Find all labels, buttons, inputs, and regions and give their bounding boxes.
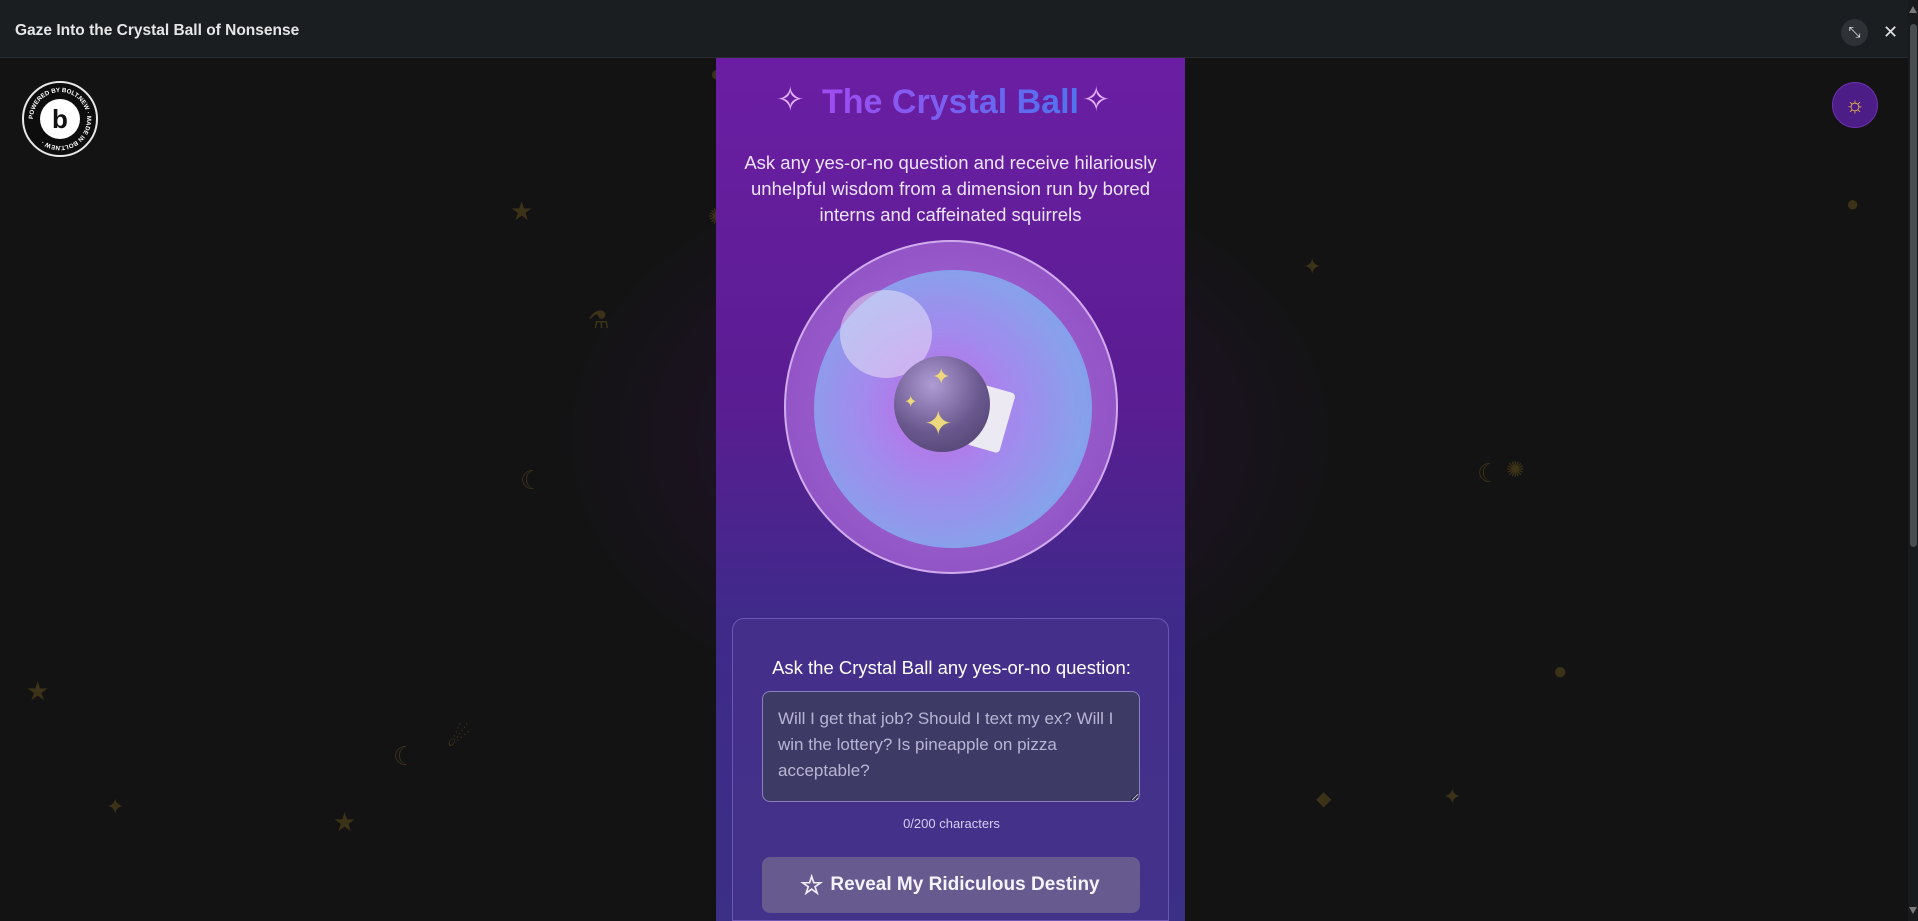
crystal-ball: ✦ ✦ ✦	[784, 240, 1118, 574]
star-outline-icon: ☆	[800, 870, 824, 900]
moon-decoration-icon: ☾	[1477, 458, 1501, 488]
reveal-destiny-button[interactable]: ☆ Reveal My Ridiculous Destiny	[762, 857, 1140, 913]
sparkle-icon: ✦	[924, 405, 953, 443]
sparkle-decoration-icon: ✦	[1303, 254, 1322, 279]
reveal-destiny-label: Reveal My Ridiculous Destiny	[830, 874, 1100, 895]
moon-decoration-icon: ☾	[520, 465, 544, 495]
collapse-arrows-icon: ⤡	[1848, 24, 1861, 41]
sparkles-icon: ✧	[1082, 81, 1111, 119]
balloon-decoration-icon: ●	[1553, 658, 1568, 685]
bolt-badge[interactable]: POWERED BY BOLT.NEW · MADE IN BOLT.NEW ·…	[22, 81, 98, 157]
sparkle-icon: ✦	[904, 394, 918, 411]
comet-decoration-icon: ☄	[447, 722, 471, 752]
theme-toggle-button[interactable]: ☼	[1832, 82, 1878, 128]
star-decoration-icon: ★	[26, 676, 50, 706]
page-subtitle: Ask any yes-or-no question and receive h…	[744, 152, 1157, 225]
sparkle-decoration-icon: ✦	[1443, 784, 1462, 809]
close-icon: ✕	[1882, 22, 1899, 42]
crystal-ball-inner: ✦ ✦ ✦	[814, 270, 1092, 548]
scroll-up-icon[interactable]	[1909, 6, 1917, 13]
star-decoration-icon: ★	[510, 196, 534, 226]
title-bar: Gaze Into the Crystal Ball of Nonsense ⤡…	[0, 0, 1918, 58]
sun-icon: ☼	[1844, 92, 1866, 117]
scrollbar-thumb[interactable]	[1910, 24, 1917, 547]
collapse-button[interactable]: ⤡	[1841, 19, 1868, 46]
character-count: 0/200 characters	[903, 816, 1000, 831]
crystal-ball-emoji-icon: ✦ ✦ ✦	[894, 356, 990, 452]
window-title: Gaze Into the Crystal Ball of Nonsense	[15, 22, 300, 39]
sparkle-decoration-icon: ✦	[106, 794, 125, 819]
question-input[interactable]	[762, 691, 1140, 802]
scroll-down-icon[interactable]	[1909, 907, 1917, 914]
close-button[interactable]: ✕	[1877, 19, 1904, 46]
star-decoration-icon: ★	[333, 807, 357, 837]
question-label: Ask the Crystal Ball any yes-or-no quest…	[772, 657, 1131, 678]
app-stage: ★ ● ✺ ⚗ ☾ ★ ☾ ☄ ✦ ★ ✦ ● ☾ ✺ ● ◆ ✦ POWERE…	[0, 58, 1908, 921]
moon-decoration-icon: ☾	[393, 741, 417, 771]
sparkle-icon: ✦	[932, 364, 951, 389]
page-title: The Crystal Ball	[822, 83, 1079, 121]
crystal-ball-panel: ✧ The Crystal Ball ✧ Ask any yes-or-no q…	[716, 58, 1185, 921]
scrollbar[interactable]	[1908, 0, 1918, 921]
sun-decoration-icon: ✺	[1506, 457, 1525, 482]
title-row: The Crystal Ball	[716, 76, 1185, 128]
bolt-logo: b	[40, 99, 80, 139]
balloon-decoration-icon: ●	[1846, 191, 1860, 216]
gem-decoration-icon: ◆	[1316, 788, 1332, 810]
potion-decoration-icon: ⚗	[588, 307, 610, 334]
question-card: Ask the Crystal Ball any yes-or-no quest…	[732, 618, 1169, 921]
